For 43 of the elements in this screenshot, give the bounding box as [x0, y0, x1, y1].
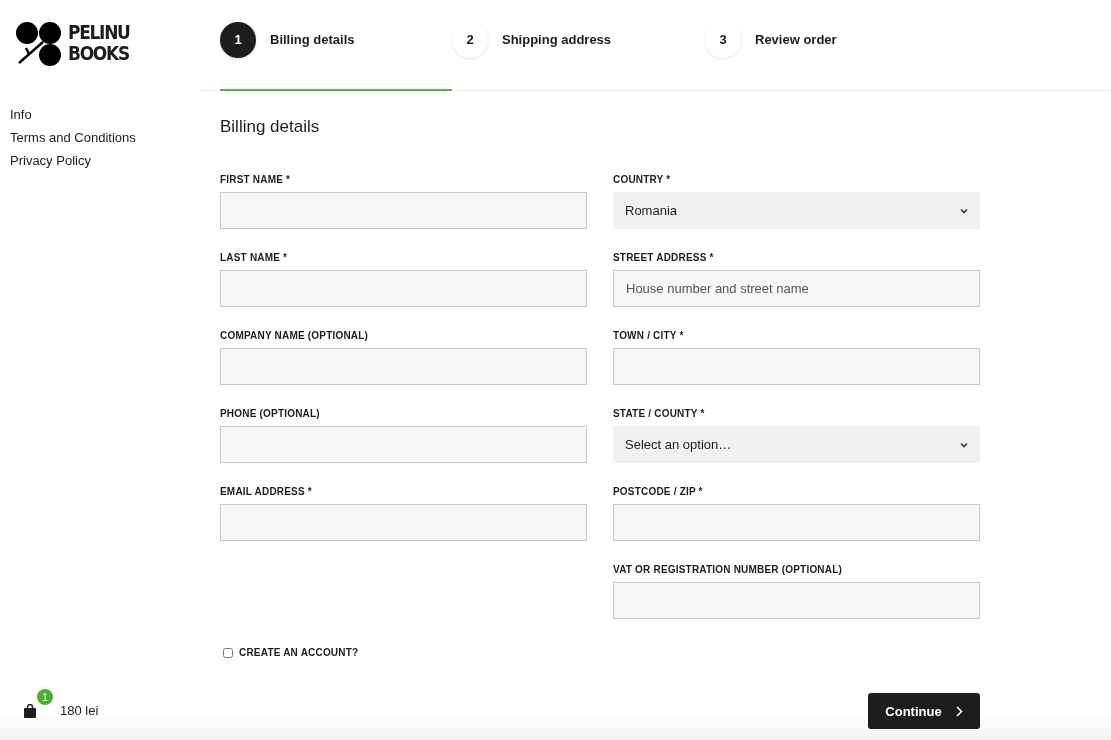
- step-number: 3: [705, 21, 741, 58]
- input-field[interactable]: [220, 426, 587, 463]
- sidebar-link[interactable]: Privacy Policy: [10, 152, 91, 169]
- checkout-step-tab[interactable]: 2 Shipping address: [452, 0, 705, 91]
- field-label: STREET ADDRESS *: [613, 252, 714, 264]
- field-label: EMAIL ADDRESS *: [220, 486, 312, 498]
- field-label: POSTCODE / ZIP *: [613, 486, 703, 498]
- input-field[interactable]: [613, 348, 980, 385]
- select-field[interactable]: Select an option…: [613, 426, 980, 463]
- logo-text: PELINU BOOKS: [68, 22, 130, 64]
- form-title: Billing details: [220, 117, 321, 137]
- input-field[interactable]: [220, 270, 587, 307]
- logo[interactable]: PELINU BOOKS: [15, 20, 141, 66]
- cart-total: 180 lei: [60, 703, 99, 718]
- shopping-bag-icon[interactable]: [24, 703, 36, 718]
- cart-count-badge: 1: [37, 689, 53, 705]
- field-label: STATE / COUNTY *: [613, 408, 705, 420]
- field-label: FIRST NAME *: [220, 174, 291, 186]
- field-label: COUNTRY *: [613, 174, 671, 186]
- checkout-step-tab[interactable]: 1 Billing details: [220, 0, 452, 91]
- checkbox-label: CREATE AN ACCOUNT?: [239, 647, 359, 659]
- input-field[interactable]: [613, 504, 980, 541]
- field-label: TOWN / CITY *: [613, 330, 684, 342]
- step-number: 1: [220, 21, 256, 58]
- input-field[interactable]: House number and street name: [613, 270, 980, 307]
- field-label: PHONE (OPTIONAL): [220, 408, 320, 420]
- input-field[interactable]: [220, 348, 587, 385]
- sidebar-link[interactable]: Terms and Conditions: [10, 129, 136, 146]
- chevron-down-icon: [960, 207, 968, 214]
- field-label: COMPANY NAME (OPTIONAL): [220, 330, 369, 342]
- input-field[interactable]: [220, 504, 587, 541]
- input-field[interactable]: [613, 582, 980, 619]
- select-field[interactable]: Romania: [613, 192, 980, 229]
- chevron-down-icon: [960, 441, 968, 448]
- input-field[interactable]: [220, 192, 587, 229]
- step-number: 2: [452, 21, 488, 58]
- checkout-step-tab[interactable]: 3 Review order: [705, 0, 958, 91]
- sidebar-link[interactable]: Info: [10, 106, 32, 123]
- chevron-right-icon: [955, 705, 963, 717]
- field-label: VAT OR REGISTRATION NUMBER (OPTIONAL): [613, 564, 843, 576]
- continue-button[interactable]: Continue: [868, 693, 980, 729]
- field-label: LAST NAME *: [220, 252, 288, 264]
- checkbox[interactable]: [223, 648, 233, 658]
